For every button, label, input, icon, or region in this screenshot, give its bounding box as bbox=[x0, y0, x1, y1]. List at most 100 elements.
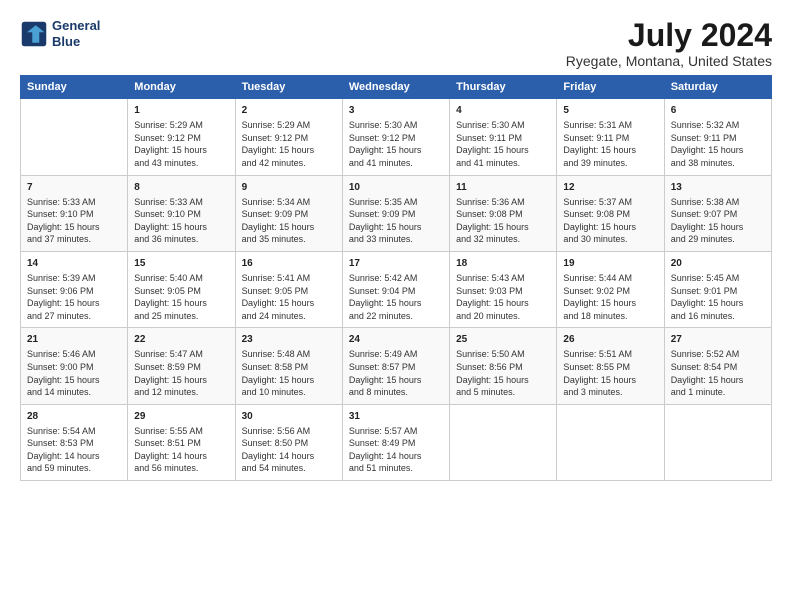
day-content: Sunrise: 5:40 AM Sunset: 9:05 PM Dayligh… bbox=[134, 272, 228, 322]
calendar-week-2: 7Sunrise: 5:33 AM Sunset: 9:10 PM Daylig… bbox=[21, 175, 772, 251]
day-content: Sunrise: 5:56 AM Sunset: 8:50 PM Dayligh… bbox=[242, 425, 336, 475]
title-block: July 2024 Ryegate, Montana, United State… bbox=[566, 18, 772, 69]
logo-text: General Blue bbox=[52, 18, 100, 49]
day-number: 9 bbox=[242, 181, 336, 195]
day-content: Sunrise: 5:38 AM Sunset: 9:07 PM Dayligh… bbox=[671, 196, 765, 246]
calendar-cell: 14Sunrise: 5:39 AM Sunset: 9:06 PM Dayli… bbox=[21, 251, 128, 327]
calendar-week-3: 14Sunrise: 5:39 AM Sunset: 9:06 PM Dayli… bbox=[21, 251, 772, 327]
calendar-body: 1Sunrise: 5:29 AM Sunset: 9:12 PM Daylig… bbox=[21, 99, 772, 481]
calendar-cell bbox=[557, 404, 664, 480]
day-header-saturday: Saturday bbox=[664, 76, 771, 99]
day-header-thursday: Thursday bbox=[450, 76, 557, 99]
day-number: 22 bbox=[134, 333, 228, 347]
calendar-table: SundayMondayTuesdayWednesdayThursdayFrid… bbox=[20, 75, 772, 481]
day-content: Sunrise: 5:51 AM Sunset: 8:55 PM Dayligh… bbox=[563, 348, 657, 398]
calendar-cell: 8Sunrise: 5:33 AM Sunset: 9:10 PM Daylig… bbox=[128, 175, 235, 251]
day-number: 19 bbox=[563, 257, 657, 271]
calendar-cell bbox=[21, 99, 128, 175]
day-content: Sunrise: 5:46 AM Sunset: 9:00 PM Dayligh… bbox=[27, 348, 121, 398]
calendar-cell: 21Sunrise: 5:46 AM Sunset: 9:00 PM Dayli… bbox=[21, 328, 128, 404]
calendar-cell: 26Sunrise: 5:51 AM Sunset: 8:55 PM Dayli… bbox=[557, 328, 664, 404]
day-header-friday: Friday bbox=[557, 76, 664, 99]
day-number: 25 bbox=[456, 333, 550, 347]
day-content: Sunrise: 5:34 AM Sunset: 9:09 PM Dayligh… bbox=[242, 196, 336, 246]
page: General Blue July 2024 Ryegate, Montana,… bbox=[0, 0, 792, 612]
day-number: 26 bbox=[563, 333, 657, 347]
calendar-cell: 7Sunrise: 5:33 AM Sunset: 9:10 PM Daylig… bbox=[21, 175, 128, 251]
calendar-week-4: 21Sunrise: 5:46 AM Sunset: 9:00 PM Dayli… bbox=[21, 328, 772, 404]
calendar-cell: 17Sunrise: 5:42 AM Sunset: 9:04 PM Dayli… bbox=[342, 251, 449, 327]
header: General Blue July 2024 Ryegate, Montana,… bbox=[20, 18, 772, 69]
day-content: Sunrise: 5:52 AM Sunset: 8:54 PM Dayligh… bbox=[671, 348, 765, 398]
day-number: 14 bbox=[27, 257, 121, 271]
calendar-cell: 27Sunrise: 5:52 AM Sunset: 8:54 PM Dayli… bbox=[664, 328, 771, 404]
calendar-cell: 3Sunrise: 5:30 AM Sunset: 9:12 PM Daylig… bbox=[342, 99, 449, 175]
calendar-cell: 28Sunrise: 5:54 AM Sunset: 8:53 PM Dayli… bbox=[21, 404, 128, 480]
day-content: Sunrise: 5:33 AM Sunset: 9:10 PM Dayligh… bbox=[134, 196, 228, 246]
calendar-cell: 11Sunrise: 5:36 AM Sunset: 9:08 PM Dayli… bbox=[450, 175, 557, 251]
calendar-cell: 1Sunrise: 5:29 AM Sunset: 9:12 PM Daylig… bbox=[128, 99, 235, 175]
calendar-cell: 9Sunrise: 5:34 AM Sunset: 9:09 PM Daylig… bbox=[235, 175, 342, 251]
calendar-cell: 19Sunrise: 5:44 AM Sunset: 9:02 PM Dayli… bbox=[557, 251, 664, 327]
day-content: Sunrise: 5:29 AM Sunset: 9:12 PM Dayligh… bbox=[134, 119, 228, 169]
day-number: 28 bbox=[27, 410, 121, 424]
day-content: Sunrise: 5:30 AM Sunset: 9:11 PM Dayligh… bbox=[456, 119, 550, 169]
day-number: 16 bbox=[242, 257, 336, 271]
subtitle: Ryegate, Montana, United States bbox=[566, 53, 772, 69]
calendar-cell: 16Sunrise: 5:41 AM Sunset: 9:05 PM Dayli… bbox=[235, 251, 342, 327]
day-number: 3 bbox=[349, 104, 443, 118]
day-content: Sunrise: 5:32 AM Sunset: 9:11 PM Dayligh… bbox=[671, 119, 765, 169]
day-number: 27 bbox=[671, 333, 765, 347]
day-content: Sunrise: 5:55 AM Sunset: 8:51 PM Dayligh… bbox=[134, 425, 228, 475]
day-content: Sunrise: 5:49 AM Sunset: 8:57 PM Dayligh… bbox=[349, 348, 443, 398]
day-content: Sunrise: 5:39 AM Sunset: 9:06 PM Dayligh… bbox=[27, 272, 121, 322]
day-number: 23 bbox=[242, 333, 336, 347]
calendar-cell: 25Sunrise: 5:50 AM Sunset: 8:56 PM Dayli… bbox=[450, 328, 557, 404]
calendar-header-row: SundayMondayTuesdayWednesdayThursdayFrid… bbox=[21, 76, 772, 99]
day-header-monday: Monday bbox=[128, 76, 235, 99]
calendar-cell: 4Sunrise: 5:30 AM Sunset: 9:11 PM Daylig… bbox=[450, 99, 557, 175]
calendar-cell: 10Sunrise: 5:35 AM Sunset: 9:09 PM Dayli… bbox=[342, 175, 449, 251]
day-content: Sunrise: 5:47 AM Sunset: 8:59 PM Dayligh… bbox=[134, 348, 228, 398]
day-content: Sunrise: 5:48 AM Sunset: 8:58 PM Dayligh… bbox=[242, 348, 336, 398]
calendar-cell: 12Sunrise: 5:37 AM Sunset: 9:08 PM Dayli… bbox=[557, 175, 664, 251]
day-number: 13 bbox=[671, 181, 765, 195]
day-number: 2 bbox=[242, 104, 336, 118]
calendar-cell bbox=[450, 404, 557, 480]
day-number: 5 bbox=[563, 104, 657, 118]
day-content: Sunrise: 5:42 AM Sunset: 9:04 PM Dayligh… bbox=[349, 272, 443, 322]
day-number: 1 bbox=[134, 104, 228, 118]
calendar-week-5: 28Sunrise: 5:54 AM Sunset: 8:53 PM Dayli… bbox=[21, 404, 772, 480]
calendar-cell: 20Sunrise: 5:45 AM Sunset: 9:01 PM Dayli… bbox=[664, 251, 771, 327]
day-number: 24 bbox=[349, 333, 443, 347]
calendar-cell: 22Sunrise: 5:47 AM Sunset: 8:59 PM Dayli… bbox=[128, 328, 235, 404]
calendar-cell: 2Sunrise: 5:29 AM Sunset: 9:12 PM Daylig… bbox=[235, 99, 342, 175]
calendar-cell: 6Sunrise: 5:32 AM Sunset: 9:11 PM Daylig… bbox=[664, 99, 771, 175]
day-number: 18 bbox=[456, 257, 550, 271]
day-number: 30 bbox=[242, 410, 336, 424]
logo: General Blue bbox=[20, 18, 100, 49]
day-header-tuesday: Tuesday bbox=[235, 76, 342, 99]
calendar-cell: 15Sunrise: 5:40 AM Sunset: 9:05 PM Dayli… bbox=[128, 251, 235, 327]
calendar-cell: 13Sunrise: 5:38 AM Sunset: 9:07 PM Dayli… bbox=[664, 175, 771, 251]
day-number: 31 bbox=[349, 410, 443, 424]
day-header-sunday: Sunday bbox=[21, 76, 128, 99]
calendar-cell: 29Sunrise: 5:55 AM Sunset: 8:51 PM Dayli… bbox=[128, 404, 235, 480]
calendar-cell: 23Sunrise: 5:48 AM Sunset: 8:58 PM Dayli… bbox=[235, 328, 342, 404]
day-content: Sunrise: 5:29 AM Sunset: 9:12 PM Dayligh… bbox=[242, 119, 336, 169]
day-content: Sunrise: 5:41 AM Sunset: 9:05 PM Dayligh… bbox=[242, 272, 336, 322]
day-content: Sunrise: 5:36 AM Sunset: 9:08 PM Dayligh… bbox=[456, 196, 550, 246]
day-number: 15 bbox=[134, 257, 228, 271]
day-number: 10 bbox=[349, 181, 443, 195]
day-number: 7 bbox=[27, 181, 121, 195]
day-number: 21 bbox=[27, 333, 121, 347]
logo-icon bbox=[20, 20, 48, 48]
day-content: Sunrise: 5:54 AM Sunset: 8:53 PM Dayligh… bbox=[27, 425, 121, 475]
day-header-wednesday: Wednesday bbox=[342, 76, 449, 99]
calendar-cell bbox=[664, 404, 771, 480]
day-number: 20 bbox=[671, 257, 765, 271]
day-content: Sunrise: 5:33 AM Sunset: 9:10 PM Dayligh… bbox=[27, 196, 121, 246]
day-content: Sunrise: 5:45 AM Sunset: 9:01 PM Dayligh… bbox=[671, 272, 765, 322]
calendar-cell: 30Sunrise: 5:56 AM Sunset: 8:50 PM Dayli… bbox=[235, 404, 342, 480]
day-content: Sunrise: 5:43 AM Sunset: 9:03 PM Dayligh… bbox=[456, 272, 550, 322]
